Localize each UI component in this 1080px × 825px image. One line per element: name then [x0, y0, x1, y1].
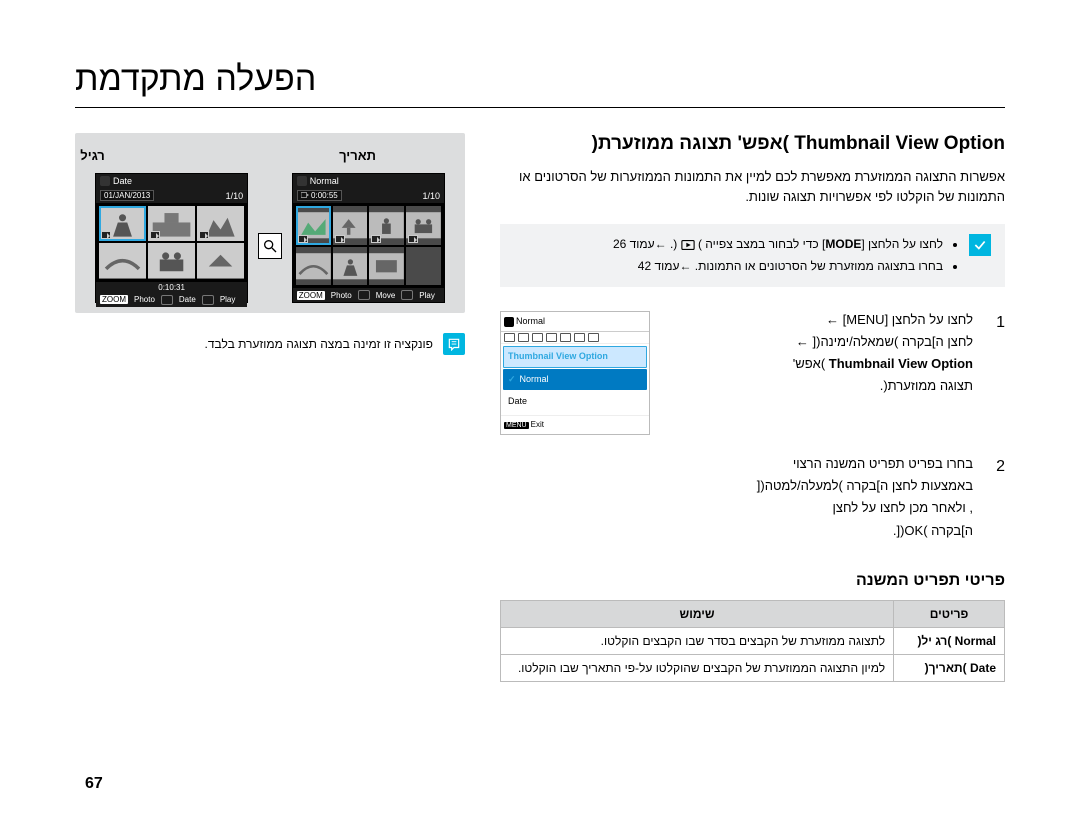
table-row: Normal )רג יל( לתצוגה ממוזערת של הקבצים …	[501, 627, 1005, 654]
step-1: 1 לחצו על הלחצן [MENU] ← לחצן ה]בקרה )שמ…	[500, 309, 1005, 435]
note-icon	[443, 333, 465, 355]
timecode: 0:10:31	[96, 282, 247, 293]
lcd-date-view: Date 01/JAN/2013 1/10	[95, 173, 248, 303]
step-2: 2 בחרו בפריט תפריט המשנה הרצוי באמצעות ל…	[500, 453, 1005, 541]
thumbnail-selected[interactable]	[296, 206, 331, 245]
thumb-mode-icon	[100, 176, 110, 186]
menu-footer: MENUExit	[501, 415, 649, 434]
thumb-mode-icon	[297, 176, 307, 186]
table-row: Date )תאריך( למיון התצוגה הממוזערת של הק…	[501, 654, 1005, 681]
page-number: 67	[85, 775, 103, 793]
tip-line-2: בחרו בתצוגה ממוזערת של הסרטונים או התמונ…	[514, 256, 943, 278]
tip-line-1: לחצו על הלחצן [MODE] כדי לבחור במצב צפיי…	[514, 234, 943, 256]
lcd-normal-view: Normal 0:00:55 1/10	[292, 173, 445, 303]
prereq-tipbox: לחצו על הלחצן [MODE] כדי לבחור במצב צפיי…	[500, 224, 1005, 287]
magnify-icon	[258, 233, 282, 259]
section-heading: Thumbnail View Option )אפש' תצוגה ממוזער…	[500, 133, 1005, 155]
page-title: הפעלה מתקדמת	[75, 60, 1005, 108]
step-number: 1	[987, 309, 1005, 435]
menu-opt-normal[interactable]: ✓Normal	[503, 369, 647, 390]
submenu-table: פריטים שימוש Normal )רג יל( לתצוגה ממוזע…	[500, 600, 1005, 682]
caption-date: תאריך	[270, 148, 445, 163]
step-number: 2	[987, 453, 1005, 541]
col-use: שימוש	[501, 600, 894, 627]
menu-tab-active: Thumbnail View Option	[503, 346, 647, 367]
menu-opt-date[interactable]: Date	[503, 391, 647, 412]
video-icon	[101, 231, 111, 239]
thumb-mode-icon	[504, 317, 514, 327]
footnote: פונקציה זו זמינה במצה תצוגה ממוזערת בלבד…	[75, 333, 465, 355]
submenu-heading: פריטי תפריט המשנה	[500, 572, 1005, 590]
menu-screenshot: Normal Thumbnail View Option ✓Normal	[500, 311, 650, 435]
thumbnail-selected[interactable]	[99, 206, 146, 241]
col-items: פריטים	[894, 600, 1005, 627]
section-description: אפשרות התצוגה הממוזערת מאפשרת לכם למיין …	[500, 167, 1005, 206]
caption-normal: רגיל	[5, 148, 180, 163]
check-icon	[969, 234, 991, 256]
preview-panel: תאריך רגיל Date 01/JAN/2013 1/10	[75, 133, 465, 313]
